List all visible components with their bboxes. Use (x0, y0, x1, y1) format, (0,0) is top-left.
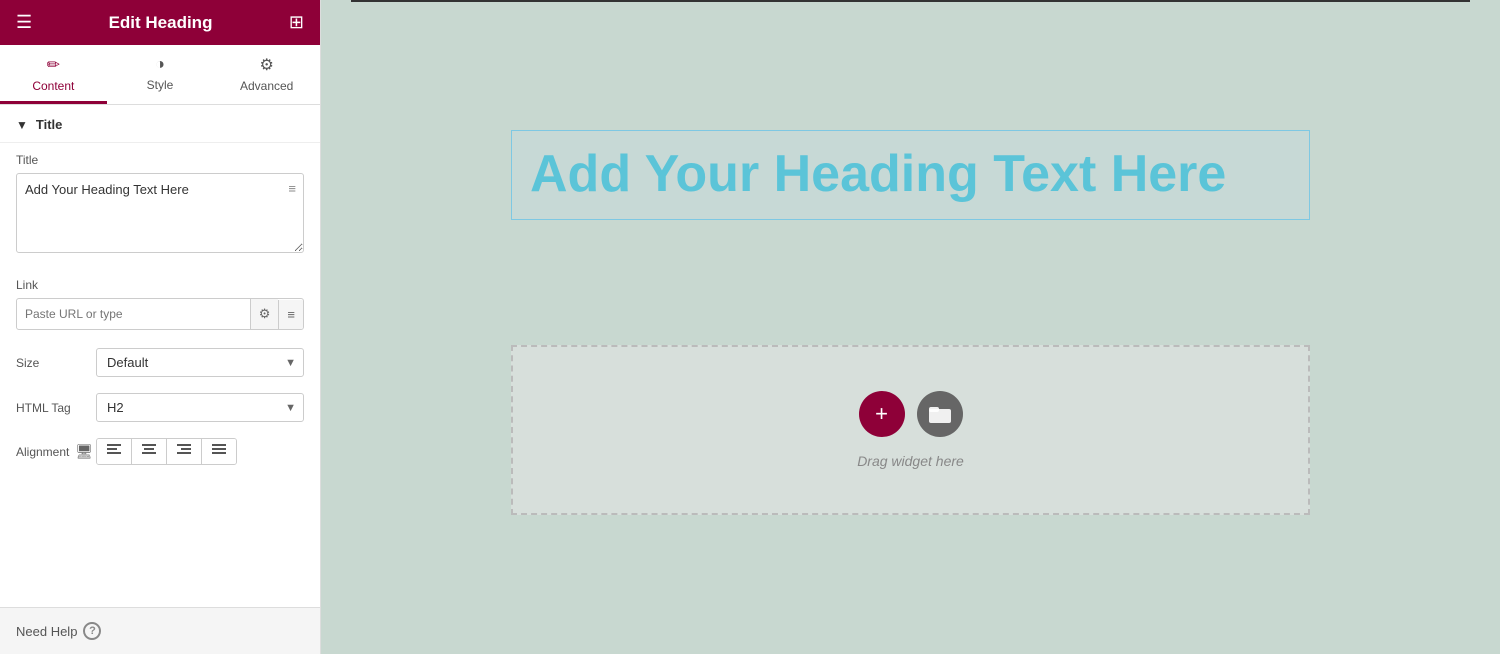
title-textarea[interactable]: Add Your Heading Text Here (16, 173, 304, 253)
canvas: ‹ Add Your Heading Text Here + Drag widg… (321, 0, 1500, 654)
folder-widget-button[interactable] (917, 391, 963, 437)
need-help-label: Need Help (16, 624, 77, 639)
tab-advanced[interactable]: ⚙ Advanced (213, 45, 320, 104)
gear-icon: ⚙ (260, 55, 274, 75)
align-right-button[interactable] (167, 439, 202, 464)
tab-style[interactable]: ◑ Style (107, 45, 214, 104)
align-justify-button[interactable] (202, 439, 236, 464)
link-dynamic-button[interactable]: ≡ (278, 300, 303, 329)
tab-content-label: Content (32, 79, 74, 93)
heading-widget[interactable]: Add Your Heading Text Here (511, 130, 1310, 220)
size-label: Size (16, 356, 96, 370)
title-icon[interactable]: ≡ (288, 181, 296, 196)
left-panel: ☰ Edit Heading ⊞ ✏ Content ◑ Style ⚙ Adv… (0, 0, 321, 654)
link-input[interactable] (17, 300, 250, 328)
panel-header: ☰ Edit Heading ⊞ (0, 0, 320, 45)
size-select-wrapper: Default Small Medium Large XL XXL ▼ (96, 348, 304, 377)
align-left-button[interactable] (97, 439, 132, 464)
alignment-label: Alignment 🖥 (16, 443, 96, 460)
tab-style-label: Style (147, 78, 174, 92)
tab-content[interactable]: ✏ Content (0, 45, 107, 104)
widget-actions: + (859, 391, 963, 437)
title-textarea-wrapper: Add Your Heading Text Here ≡ (16, 173, 304, 258)
link-input-wrapper: ⚙ ≡ (16, 298, 304, 330)
html-tag-select-wrapper: H1 H2 H3 H4 H5 H6 div span p ▼ (96, 393, 304, 422)
link-settings-button[interactable]: ⚙ (250, 299, 279, 329)
empty-widget-zone: + Drag widget here (511, 345, 1310, 515)
html-tag-label: HTML Tag (16, 401, 96, 415)
align-center-button[interactable] (132, 439, 167, 464)
size-select[interactable]: Default Small Medium Large XL XXL (96, 348, 304, 377)
panel-title: Edit Heading (109, 13, 213, 33)
link-label: Link (16, 278, 304, 292)
hamburger-icon[interactable]: ☰ (16, 12, 32, 33)
top-line (351, 0, 1470, 2)
pencil-icon: ✏ (47, 55, 60, 75)
link-field-row: Link ⚙ ≡ (0, 268, 320, 340)
html-tag-row: HTML Tag H1 H2 H3 H4 H5 H6 div span p ▼ (0, 385, 320, 430)
heading-text: Add Your Heading Text Here (530, 145, 1291, 205)
alignment-row: Alignment 🖥 (0, 430, 320, 473)
title-field-row: Title Add Your Heading Text Here ≡ (0, 143, 320, 268)
alignment-buttons (96, 438, 237, 465)
help-icon: ? (83, 622, 101, 640)
section-title-header[interactable]: ▼ Title (0, 105, 320, 143)
grid-icon[interactable]: ⊞ (289, 12, 304, 33)
panel-body: ▼ Title Title Add Your Heading Text Here… (0, 105, 320, 654)
html-tag-select[interactable]: H1 H2 H3 H4 H5 H6 div span p (96, 393, 304, 422)
title-label: Title (16, 153, 304, 167)
section-title-label: Title (36, 117, 63, 132)
tabs: ✏ Content ◑ Style ⚙ Advanced (0, 45, 320, 105)
section-collapse-icon: ▼ (16, 118, 28, 132)
need-help[interactable]: Need Help ? (0, 607, 320, 654)
monitor-icon: 🖥 (75, 443, 93, 460)
size-row: Size Default Small Medium Large XL XXL ▼ (0, 340, 320, 385)
add-widget-button[interactable]: + (859, 391, 905, 437)
tab-advanced-label: Advanced (240, 79, 293, 93)
drag-text: Drag widget here (857, 453, 964, 469)
circle-half-icon: ◑ (155, 56, 165, 74)
